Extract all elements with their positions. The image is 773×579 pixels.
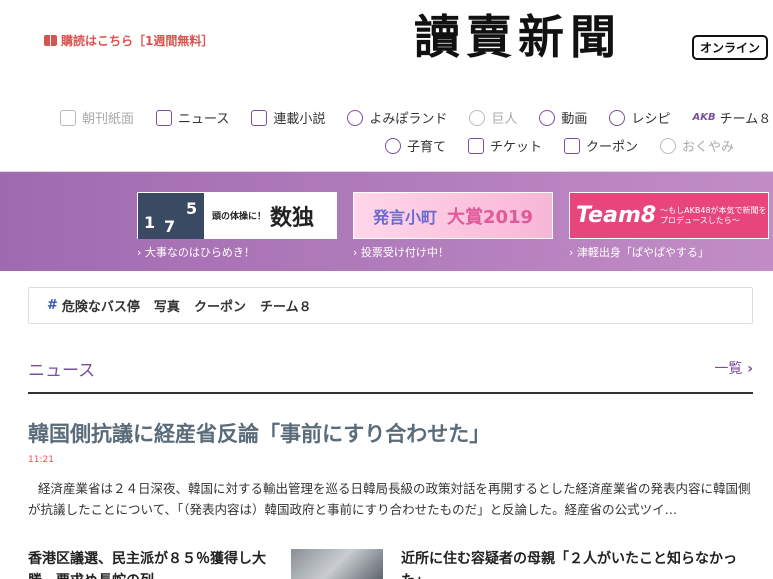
- nav-item-giants[interactable]: 巨人: [469, 108, 517, 127]
- promo-caption: 投票受け付け中！: [353, 244, 553, 260]
- komachi-banner: 発言小町 大賞2019: [353, 192, 553, 239]
- team8-banner: Team8 〜もしAKB48が本気で新聞をプロデュースしたら〜: [569, 192, 769, 239]
- nav-item-novel[interactable]: 連載小説: [251, 108, 325, 127]
- main-nav-row2: 子育て チケット クーポン おくやみ: [0, 136, 773, 155]
- coupon-icon: [564, 137, 581, 154]
- promo-caption: 津軽出身「ぱやぱやする」: [569, 244, 769, 260]
- nav-item-recipe[interactable]: レシピ: [609, 108, 670, 127]
- nav-item-team8[interactable]: AKB チーム８: [692, 108, 771, 127]
- news-icon: [156, 109, 173, 126]
- nav-item-okuyami[interactable]: おくやみ: [660, 136, 734, 155]
- promo-band: 175 頭の体操に！ 数独 大事なのはひらめき！ 発言小町 大賞2019 投票受…: [0, 172, 773, 271]
- tag-link[interactable]: クーポン: [194, 296, 246, 315]
- book-icon: [44, 35, 57, 46]
- section-title: ニュース: [28, 361, 96, 381]
- character-icon: [347, 109, 364, 126]
- nav-item-video[interactable]: 動画: [539, 108, 587, 127]
- promo-team8[interactable]: Team8 〜もしAKB48が本気で新聞をプロデュースしたら〜 津軽出身「ぱやぱ…: [569, 192, 769, 260]
- sudoku-grid-graphic: 175: [138, 192, 204, 239]
- book-open-icon: [251, 109, 268, 126]
- tag-link[interactable]: 危険なバス停: [62, 296, 140, 315]
- story-link[interactable]: 香港区議選、民主派が８５％獲得し大勝 票求め長蛇の列: [28, 548, 276, 579]
- subscribe-label: 購読はこちら［1週間無料］: [61, 34, 214, 48]
- main-nav-row1: 朝刊紙面 ニュース 連載小説 よみぽランド 巨人 動画 レシピ AKB チーム８: [0, 108, 773, 127]
- flower-icon: [660, 137, 677, 154]
- nav-item-ticket[interactable]: チケット: [468, 136, 542, 155]
- more-link[interactable]: 一覧: [714, 358, 753, 378]
- site-header: 購読はこちら［1週間無料］ 讀賣新聞 オンライン 朝刊紙面 ニュース 連載小説 …: [0, 0, 773, 172]
- tag-link[interactable]: 写真: [154, 296, 180, 315]
- story-link[interactable]: 近所に住む容疑者の母親「２人がいたこと知らなかった」: [401, 548, 753, 579]
- article-summary: 経済産業省は２４日深夜、韓国に対する輸出管理を巡る日韓局長級の政策対話を再開する…: [28, 481, 751, 517]
- promo-sudoku[interactable]: 175 頭の体操に！ 数独 大事なのはひらめき！: [137, 192, 337, 260]
- nav-item-kosodate[interactable]: 子育て: [385, 136, 446, 155]
- site-logo[interactable]: 讀賣新聞: [414, 14, 622, 60]
- tag-link[interactable]: チーム８: [260, 296, 312, 315]
- story-thumbnail[interactable]: [291, 549, 383, 579]
- newspaper-icon: [60, 109, 76, 126]
- subscribe-link[interactable]: 購読はこちら［1週間無料］: [44, 32, 213, 49]
- akb-icon: AKB: [692, 112, 716, 123]
- nav-item-news[interactable]: ニュース: [156, 108, 229, 127]
- hash-icon: #: [47, 298, 58, 313]
- top-headline[interactable]: 韓国側抗議に経産省反論「事前にすり合わせた」: [28, 418, 490, 448]
- nav-item-yomipo[interactable]: よみぽランド: [347, 108, 447, 127]
- promo-komachi[interactable]: 発言小町 大賞2019 投票受け付け中！: [353, 192, 553, 260]
- giants-icon: [469, 109, 486, 126]
- nav-item-coupon[interactable]: クーポン: [564, 136, 638, 155]
- play-icon: [539, 109, 556, 126]
- ticket-icon: [468, 137, 485, 154]
- utensils-icon: [609, 109, 626, 126]
- news-section-header: ニュース 一覧: [28, 356, 753, 394]
- timestamp: 11:21: [28, 455, 54, 465]
- hashtag-bar: # 危険なバス停 写真 クーポン チーム８: [28, 287, 753, 324]
- nav-item-choukan[interactable]: 朝刊紙面: [60, 108, 134, 127]
- promo-caption: 大事なのはひらめき！: [137, 244, 337, 260]
- online-badge: オンライン: [692, 35, 769, 60]
- family-icon: [385, 137, 401, 154]
- sudoku-banner: 175 頭の体操に！ 数独: [137, 192, 337, 239]
